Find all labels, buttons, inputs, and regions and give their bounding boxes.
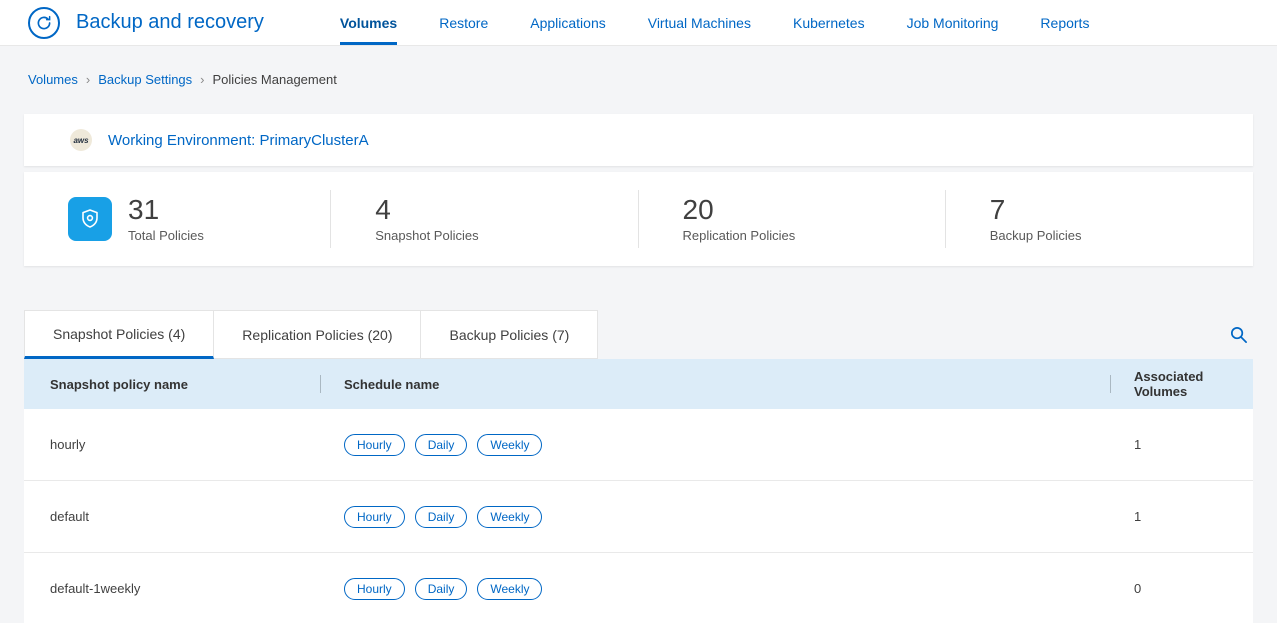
app-title: Backup and recovery (76, 11, 264, 34)
snapshot-policies-value: 4 (375, 195, 478, 226)
breadcrumb-backup-settings[interactable]: Backup Settings (98, 72, 192, 87)
nav-item-reports[interactable]: Reports (1040, 0, 1089, 45)
breadcrumb-current-page: Policies Management (213, 72, 337, 87)
column-header-associated-volumes: Associated Volumes (1110, 369, 1253, 399)
total-policies-value: 31 (128, 195, 204, 226)
main-content: aws Working Environment: PrimaryClusterA… (24, 114, 1253, 266)
stat-snapshot-policies: 4 Snapshot Policies (331, 172, 638, 266)
schedule-pill: Daily (415, 578, 468, 600)
backup-policies-label: Backup Policies (990, 228, 1082, 243)
snapshot-policies-label: Snapshot Policies (375, 228, 478, 243)
column-header-policy-name: Snapshot policy name (24, 377, 320, 392)
chevron-right-icon: › (200, 72, 204, 87)
total-policies-label: Total Policies (128, 228, 204, 243)
schedule-pills: Hourly Daily Weekly (320, 578, 1110, 600)
schedule-pill: Hourly (344, 506, 405, 528)
chevron-right-icon: › (86, 72, 90, 87)
breadcrumb: Volumes › Backup Settings › Policies Man… (28, 70, 1249, 88)
associated-volumes-count: 1 (1110, 509, 1253, 524)
snapshot-policies-table: Snapshot policy name Schedule name Assoc… (24, 359, 1253, 623)
associated-volumes-count: 0 (1110, 581, 1253, 596)
schedule-pill: Hourly (344, 434, 405, 456)
stat-replication-policies: 20 Replication Policies (639, 172, 946, 266)
stat-backup-policies: 7 Backup Policies (946, 172, 1253, 266)
working-environment-card: aws Working Environment: PrimaryClusterA (24, 114, 1253, 166)
stat-total-policies: 31 Total Policies (24, 172, 331, 266)
policy-name: default-1weekly (24, 581, 320, 596)
top-nav: Volumes Restore Applications Virtual Mac… (340, 0, 1090, 45)
breadcrumb-volumes[interactable]: Volumes (28, 72, 78, 87)
policy-name: default (24, 509, 320, 524)
tab-backup-policies[interactable]: Backup Policies (7) (421, 310, 598, 359)
top-bar: Backup and recovery Volumes Restore Appl… (0, 0, 1277, 46)
associated-volumes-count: 1 (1110, 437, 1253, 452)
backup-policies-value: 7 (990, 195, 1082, 226)
nav-item-restore[interactable]: Restore (439, 0, 488, 45)
tab-snapshot-policies[interactable]: Snapshot Policies (4) (24, 310, 214, 359)
tab-replication-policies[interactable]: Replication Policies (20) (214, 310, 421, 359)
table-row[interactable]: default Hourly Daily Weekly 1 (24, 481, 1253, 553)
column-header-schedule-name: Schedule name (320, 377, 1110, 392)
nav-item-kubernetes[interactable]: Kubernetes (793, 0, 865, 45)
nav-item-job-monitoring[interactable]: Job Monitoring (907, 0, 999, 45)
aws-provider-icon: aws (70, 129, 92, 151)
table-header-row: Snapshot policy name Schedule name Assoc… (24, 359, 1253, 409)
schedule-pill: Weekly (477, 506, 542, 528)
replication-policies-value: 20 (683, 195, 796, 226)
policies-tabs: Snapshot Policies (4) Replication Polici… (24, 310, 1253, 359)
search-icon[interactable] (1223, 320, 1253, 350)
schedule-pill: Daily (415, 434, 468, 456)
sync-backup-logo-icon (28, 7, 60, 39)
schedule-pill: Weekly (477, 578, 542, 600)
nav-item-volumes[interactable]: Volumes (340, 0, 397, 45)
schedule-pill: Hourly (344, 578, 405, 600)
policy-name: hourly (24, 437, 320, 452)
nav-item-applications[interactable]: Applications (530, 0, 606, 45)
table-row[interactable]: default-1weekly Hourly Daily Weekly 0 (24, 553, 1253, 623)
policies-summary-card: 31 Total Policies 4 Snapshot Policies 20… (24, 172, 1253, 266)
working-environment-link[interactable]: Working Environment: PrimaryClusterA (108, 132, 369, 149)
replication-policies-label: Replication Policies (683, 228, 796, 243)
nav-item-virtual-machines[interactable]: Virtual Machines (648, 0, 751, 45)
schedule-pills: Hourly Daily Weekly (320, 506, 1110, 528)
schedule-pills: Hourly Daily Weekly (320, 434, 1110, 456)
schedule-pill: Weekly (477, 434, 542, 456)
schedule-pill: Daily (415, 506, 468, 528)
shield-icon (68, 197, 112, 241)
table-row[interactable]: hourly Hourly Daily Weekly 1 (24, 409, 1253, 481)
